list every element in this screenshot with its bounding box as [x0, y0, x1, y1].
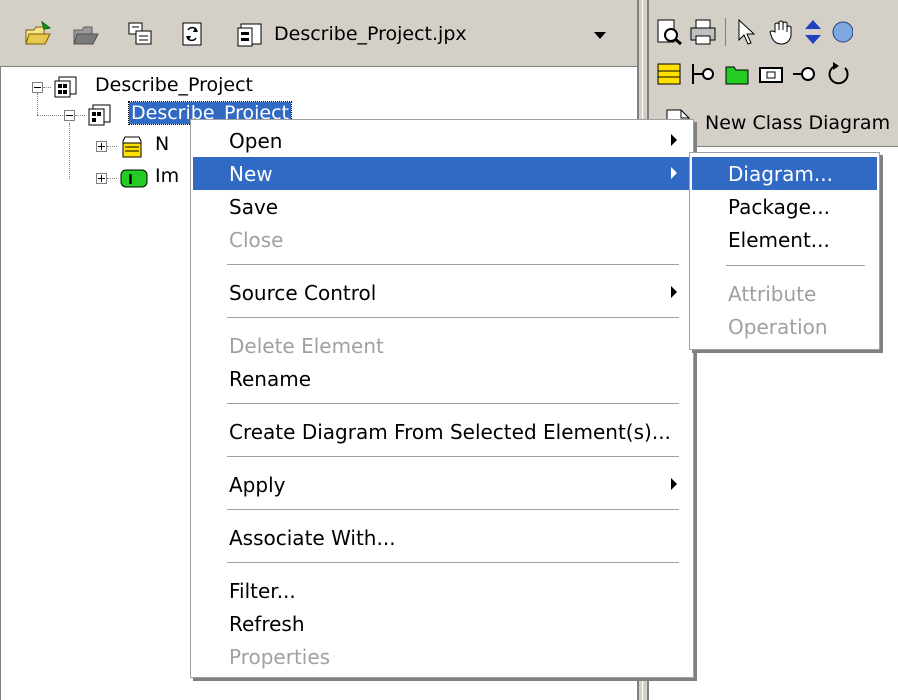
menu-item-label: Apply: [229, 473, 286, 497]
expand-node-toggle[interactable]: [96, 141, 107, 152]
submenu-item-package[interactable]: Package...: [692, 190, 877, 223]
menu-item-create-diagram[interactable]: Create Diagram From Selected Element(s).…: [193, 415, 691, 448]
submenu-arrow-icon: [671, 286, 677, 298]
diagram-toolbar: [649, 0, 898, 98]
tree-node-partial-1[interactable]: N: [155, 133, 169, 155]
package-icon: [119, 135, 145, 164]
menu-item-label: Filter...: [229, 579, 296, 603]
new-submenu: Diagram... Package... Element... Attribu…: [689, 152, 880, 350]
menu-item-label: Source Control: [229, 281, 377, 305]
menu-item-delete-element: Delete Element: [193, 329, 691, 362]
self-association-tool-icon[interactable]: [825, 60, 853, 93]
properties-icon[interactable]: [126, 20, 156, 48]
diagram-tab-label: New Class Diagram: [705, 112, 891, 134]
submenu-item-operation: Operation: [692, 310, 877, 343]
submenu-arrow-icon: [671, 478, 677, 490]
project-selector[interactable]: Describe_Project.jpx: [232, 20, 622, 50]
tree-node-partial-2[interactable]: Im: [155, 165, 179, 187]
menu-item-label: Properties: [229, 645, 331, 669]
menu-item-source-control[interactable]: Source Control: [193, 276, 691, 309]
menu-item-save[interactable]: Save: [193, 190, 691, 223]
submenu-item-label: Attribute: [728, 282, 817, 306]
menu-item-label: Open: [229, 129, 283, 153]
submenu-item-element[interactable]: Element...: [692, 223, 877, 256]
project-file-name: Describe_Project.jpx: [274, 23, 467, 45]
submenu-item-label: Element...: [728, 228, 830, 252]
menu-item-label: New: [229, 162, 273, 186]
menu-item-associate-with[interactable]: Associate With...: [193, 521, 691, 554]
open-project-icon[interactable]: [24, 20, 54, 48]
menu-item-label: Create Diagram From Selected Element(s).…: [229, 420, 671, 444]
interface-tool-icon[interactable]: [689, 60, 717, 93]
print-icon[interactable]: [689, 18, 717, 51]
menu-item-filter[interactable]: Filter...: [193, 574, 691, 607]
menu-item-open[interactable]: Open: [193, 124, 691, 157]
interface-icon: I: [119, 166, 149, 195]
menu-item-properties: Properties: [193, 640, 691, 673]
menu-item-label: Delete Element: [229, 334, 384, 358]
submenu-arrow-icon: [671, 134, 677, 146]
menu-item-label: Rename: [229, 367, 312, 391]
expand-node-toggle[interactable]: [96, 173, 107, 184]
submenu-arrow-icon: [671, 167, 677, 179]
menu-item-label: Associate With...: [229, 526, 396, 550]
menu-separator: [726, 265, 865, 267]
project-node-icon: [87, 103, 113, 132]
menu-item-new[interactable]: New: [193, 157, 691, 190]
chevron-down-icon[interactable]: [594, 32, 606, 39]
menu-item-label: Save: [229, 195, 279, 219]
menu-item-close: Close: [193, 223, 691, 256]
submenu-item-attribute: Attribute: [692, 277, 877, 310]
project-root-icon: [53, 75, 79, 104]
context-menu: Open New Save Close Source Control Delet…: [190, 119, 694, 678]
refresh-icon[interactable]: [178, 20, 208, 48]
menu-item-rename[interactable]: Rename: [193, 362, 691, 395]
menu-item-refresh[interactable]: Refresh: [193, 607, 691, 640]
submenu-item-label: Operation: [728, 315, 828, 339]
zoom-arrows-icon[interactable]: [801, 18, 825, 51]
submenu-item-label: Package...: [728, 195, 830, 219]
class-tool-icon[interactable]: [655, 60, 683, 93]
submenu-item-diagram[interactable]: Diagram...: [692, 157, 877, 190]
globe-icon[interactable]: [829, 18, 854, 51]
menu-separator: [227, 456, 679, 458]
svg-text:I: I: [128, 173, 133, 188]
menu-separator: [227, 509, 679, 511]
package-tool-icon[interactable]: [723, 60, 751, 93]
menu-item-label: Close: [229, 228, 284, 252]
project-toolbar: Describe_Project.jpx: [0, 0, 637, 67]
submenu-item-label: Diagram...: [728, 162, 833, 186]
menu-separator: [227, 403, 679, 405]
menu-separator: [227, 562, 679, 564]
collapse-project-toggle[interactable]: [64, 110, 75, 121]
pan-hand-icon[interactable]: [767, 18, 795, 51]
close-project-icon[interactable]: [72, 20, 102, 48]
project-file-icon: [236, 22, 264, 53]
menu-item-apply[interactable]: Apply: [193, 468, 691, 501]
print-preview-icon[interactable]: [655, 18, 683, 51]
select-pointer-icon[interactable]: [735, 18, 759, 51]
tree-root-label[interactable]: Describe_Project: [95, 74, 253, 96]
menu-item-label: Refresh: [229, 612, 305, 636]
component-tool-icon[interactable]: [757, 60, 785, 93]
menu-separator: [227, 264, 679, 266]
menu-separator: [227, 317, 679, 319]
collapse-root-toggle[interactable]: [32, 82, 43, 93]
lollipop-tool-icon[interactable]: [791, 60, 819, 93]
